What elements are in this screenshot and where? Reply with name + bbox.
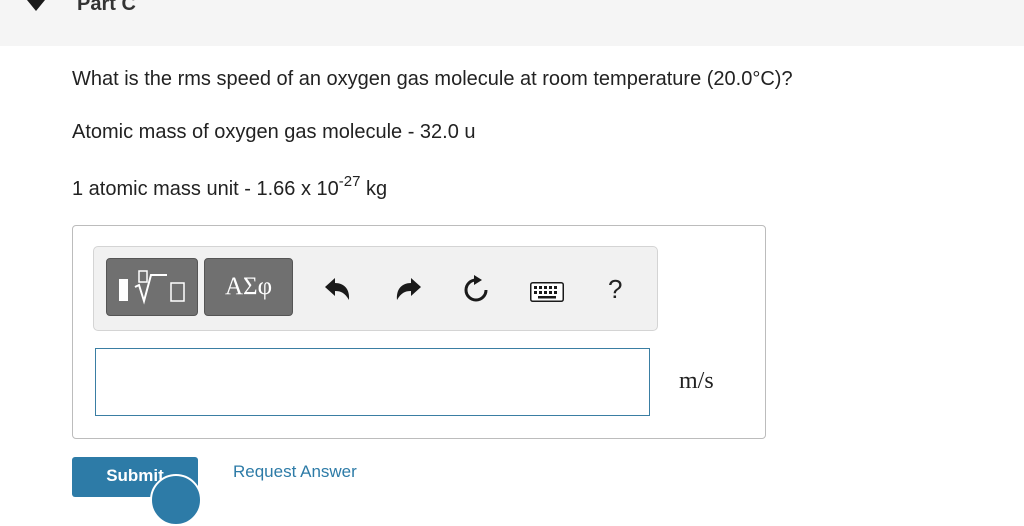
greek-symbols-button[interactable]: ΑΣφ xyxy=(204,258,293,316)
request-answer-link[interactable]: Request Answer xyxy=(233,462,357,482)
circle-badge-icon xyxy=(150,474,202,526)
part-header: Part C xyxy=(0,0,1024,46)
given-amu-text: 1 atomic mass unit - 1.66 x 10-27 kg xyxy=(72,174,388,201)
reset-icon[interactable] xyxy=(461,275,491,305)
templates-icon xyxy=(119,270,185,305)
question-text: What is the rms speed of an oxygen gas m… xyxy=(72,68,793,90)
help-icon[interactable]: ? xyxy=(608,274,622,305)
answer-input[interactable] xyxy=(95,348,650,416)
amu-suffix: kg xyxy=(360,178,388,200)
given-mass-text: Atomic mass of oxygen gas molecule - 32.… xyxy=(72,121,476,143)
unit-label: m/s xyxy=(679,368,714,394)
redo-icon[interactable] xyxy=(393,276,423,304)
collapse-caret-icon[interactable] xyxy=(27,0,45,11)
amu-exponent: -27 xyxy=(338,173,361,191)
keyboard-icon[interactable] xyxy=(530,282,564,302)
undo-icon[interactable] xyxy=(323,276,353,304)
templates-button[interactable] xyxy=(106,258,198,316)
part-title: Part C xyxy=(77,0,136,15)
amu-prefix: 1 atomic mass unit - 1.66 x 10 xyxy=(72,178,339,200)
